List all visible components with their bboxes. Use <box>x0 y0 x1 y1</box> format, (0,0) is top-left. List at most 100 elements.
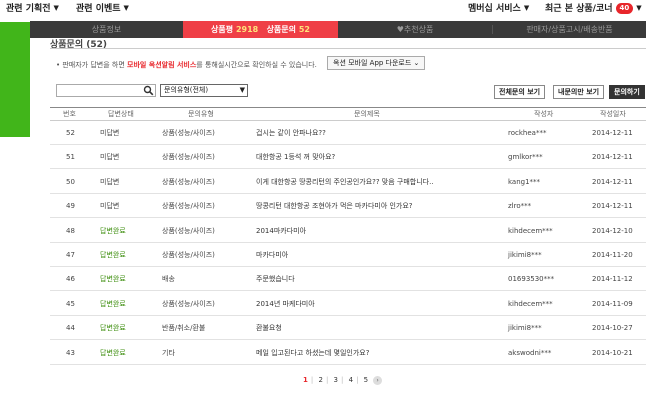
answer-status: 답변완료 <box>100 226 126 235</box>
page-separator: | <box>310 376 314 384</box>
membership-service-menu[interactable]: 멤버십 서비스 ▼ <box>468 1 529 14</box>
post-date: 2014-11-20 <box>592 251 633 259</box>
notice-highlight: 모바일 옥션알림 서비스 <box>127 61 197 69</box>
inquiry-title[interactable]: 메일 입고된다고 하셨는데 몇일인가요? <box>256 341 369 365</box>
table-row[interactable]: 46 답변완료 배송 주문했습니다 01693530*** 2014-11-12 <box>50 267 646 292</box>
inquiry-type-select[interactable]: 문의유형(전체) ▼ <box>160 84 248 97</box>
row-number: 45 <box>66 299 75 308</box>
tab-recommended[interactable]: ♥추천상품 <box>338 21 492 38</box>
row-number: 44 <box>66 324 75 333</box>
inquiry-title[interactable]: 주문했습니다 <box>256 267 295 291</box>
page-2[interactable]: 2 <box>315 374 325 386</box>
chevron-down-icon: ▼ <box>636 4 642 12</box>
table-row[interactable]: 50 미답변 상품(성능/사이즈) 이게 대한항공 땅콩리턴의 주인공인가요?? 맞음… <box>50 170 646 194</box>
notice-text-pre: • 판매자가 답변을 하면 <box>56 61 127 69</box>
app-download-button[interactable]: 옥션 모바일 App 다운로드 ⌄ <box>327 56 426 70</box>
chevron-down-icon: ▼ <box>239 86 245 94</box>
inquiry-type-value: 문의유형(전체) <box>164 86 209 94</box>
inquiry-type: 반품/취소/환불 <box>162 324 206 333</box>
inquiry-type: 상품(성능/사이즈) <box>162 299 215 308</box>
answer-status: 답변완료 <box>100 275 126 284</box>
table-row[interactable]: 43 답변완료 기타 메일 입고된다고 하셨는데 몇일인가요? akswodni*** 2… <box>50 341 646 365</box>
inquiry-type: 상품(성능/사이즈) <box>162 129 215 137</box>
inquiry-title[interactable]: 이게 대한항공 땅콩리턴의 주인공인가요?? 맞음 구매합니다.. <box>256 170 434 194</box>
pagination: 1 | 2 | 3 | 4 | 5 › <box>300 374 383 386</box>
app-download-label: 옥션 모바일 App 다운로드 <box>333 59 412 67</box>
inquiry-type: 상품(성능/사이즈) <box>162 226 215 235</box>
ask-question-button[interactable]: 문의하기 <box>609 85 645 99</box>
page-separator: | <box>356 376 359 384</box>
tab-recommended-label: ♥추천상품 <box>396 25 434 34</box>
inquiry-type: 상품(성능/사이즈) <box>162 202 215 211</box>
related-event-menu[interactable]: 관련 이벤트 ▼ <box>76 1 129 14</box>
tab-product-info[interactable]: 상품정보 <box>30 21 183 38</box>
tab-review-label: 상품평 <box>211 25 234 34</box>
recent-viewed-menu[interactable]: 최근 본 상품/코너 40 ▼ <box>545 1 642 14</box>
author-name: rockhea*** <box>508 129 547 137</box>
inquiry-type: 배송 <box>162 275 175 284</box>
row-number: 49 <box>66 202 75 211</box>
table-row[interactable]: 52 미답변 상품(성능/사이즈) 겁시는 같이 안파나요?? rockhea*** 20… <box>50 121 646 145</box>
view-all-inquiries-button[interactable]: 전체문의 보기 <box>494 85 546 99</box>
inquiry-type: 기타 <box>162 348 175 357</box>
search-icon[interactable] <box>143 85 154 96</box>
page-3[interactable]: 3 <box>331 374 341 386</box>
inquiry-title[interactable]: 환불요청 <box>256 316 282 340</box>
inquiry-title[interactable]: 2014년 마케다미아 <box>256 292 315 316</box>
col-type: 문의유형 <box>188 110 214 118</box>
post-date: 2014-11-09 <box>592 299 633 308</box>
tab-review-inquiry[interactable]: 상품평 2918 상품문의 52 <box>183 21 338 38</box>
row-number: 52 <box>66 129 75 137</box>
side-banner[interactable] <box>0 22 30 137</box>
row-number: 48 <box>66 226 75 235</box>
col-status: 답변상태 <box>108 110 134 118</box>
page-separator: | <box>341 376 344 384</box>
answer-status: 답변완료 <box>100 299 126 308</box>
tab-inquiry-label: 상품문의 <box>266 25 297 34</box>
author-name: 01693530*** <box>508 275 555 284</box>
view-my-inquiries-button[interactable]: 내문의만 보기 <box>553 85 605 99</box>
col-author: 작성자 <box>534 110 554 118</box>
recent-viewed-label: 최근 본 상품/코너 <box>545 4 613 14</box>
inquiry-title[interactable]: 2014마카다미아 <box>256 219 306 243</box>
post-date: 2014-12-11 <box>592 153 633 162</box>
page-1[interactable]: 1 <box>300 374 311 386</box>
table-row[interactable]: 48 답변완료 상품(성능/사이즈) 2014마카다미아 kihdecem*** 2014… <box>50 219 646 243</box>
mobile-notice: • 판매자가 답변을 하면 모바일 옥션알림 서비스를 통해실시간으로 확인하실… <box>56 60 317 70</box>
next-page-icon[interactable]: › <box>373 376 383 385</box>
inquiry-title[interactable]: 겁시는 같이 안파나요?? <box>256 121 326 145</box>
post-date: 2014-12-11 <box>592 202 633 211</box>
author-name: jikimi8*** <box>508 251 542 259</box>
tab-seller-shipping[interactable]: 판매자/상품고시/배송반품 <box>493 21 646 38</box>
post-date: 2014-12-11 <box>592 129 633 137</box>
review-count: 2918 <box>235 25 259 34</box>
author-name: zlro*** <box>508 202 532 211</box>
page-5[interactable]: 5 <box>361 374 371 386</box>
recent-count-badge: 40 <box>615 3 634 14</box>
author-name: kihdecem*** <box>508 299 553 308</box>
author-name: akswodni*** <box>508 348 552 357</box>
table-row[interactable]: 51 미답변 상품(성능/사이즈) 대한항공 1등석 꺼 맞아요? gmlkor*** 2… <box>50 145 646 170</box>
page-4[interactable]: 4 <box>346 374 356 386</box>
related-exhibition-menu[interactable]: 관련 기획전 ▼ <box>6 1 59 14</box>
product-inquiry-page: 관련 기획전 ▼ 관련 이벤트 ▼ 멤버십 서비스 ▼ 최근 본 상품/코너 40 ▼ 상… <box>0 0 670 408</box>
post-date: 2014-10-21 <box>592 348 633 357</box>
inquiry-title[interactable]: 마카다미아 <box>256 243 288 267</box>
table-row[interactable]: 47 답변완료 상품(성능/사이즈) 마카다미아 jikimi8*** 2014-11-2… <box>50 243 646 267</box>
answer-status: 미답변 <box>100 129 120 137</box>
inquiry-type: 상품(성능/사이즈) <box>162 177 215 186</box>
post-date: 2014-10-27 <box>592 324 633 333</box>
table-header: 번호 답변상태 문의유형 문의제목 작성자 작성일자 <box>50 108 646 120</box>
post-date: 2014-12-11 <box>592 177 633 186</box>
col-title: 문의제목 <box>354 110 380 118</box>
row-number: 50 <box>66 177 75 186</box>
search-input[interactable] <box>56 84 156 97</box>
tab-seller-shipping-label: 판매자/상품고시/배송반품 <box>526 25 613 34</box>
inquiry-title[interactable]: 땅콩리턴 대한항공 조현아가 먹은 마카다미아 인가요? <box>256 194 413 218</box>
table-row[interactable]: 45 답변완료 상품(성능/사이즈) 2014년 마케다미아 kihdecem*** 20… <box>50 292 646 316</box>
table-row[interactable]: 49 미답변 상품(성능/사이즈) 땅콩리턴 대한항공 조현아가 먹은 마카다미아 인… <box>50 194 646 219</box>
chevron-down-icon: ▼ <box>53 4 59 12</box>
related-event-label: 관련 이벤트 <box>76 4 121 14</box>
table-row[interactable]: 44 답변완료 반품/취소/환불 환불요청 jikimi8*** 2014-10-27 <box>50 316 646 341</box>
inquiry-title[interactable]: 대한항공 1등석 꺼 맞아요? <box>256 145 335 169</box>
